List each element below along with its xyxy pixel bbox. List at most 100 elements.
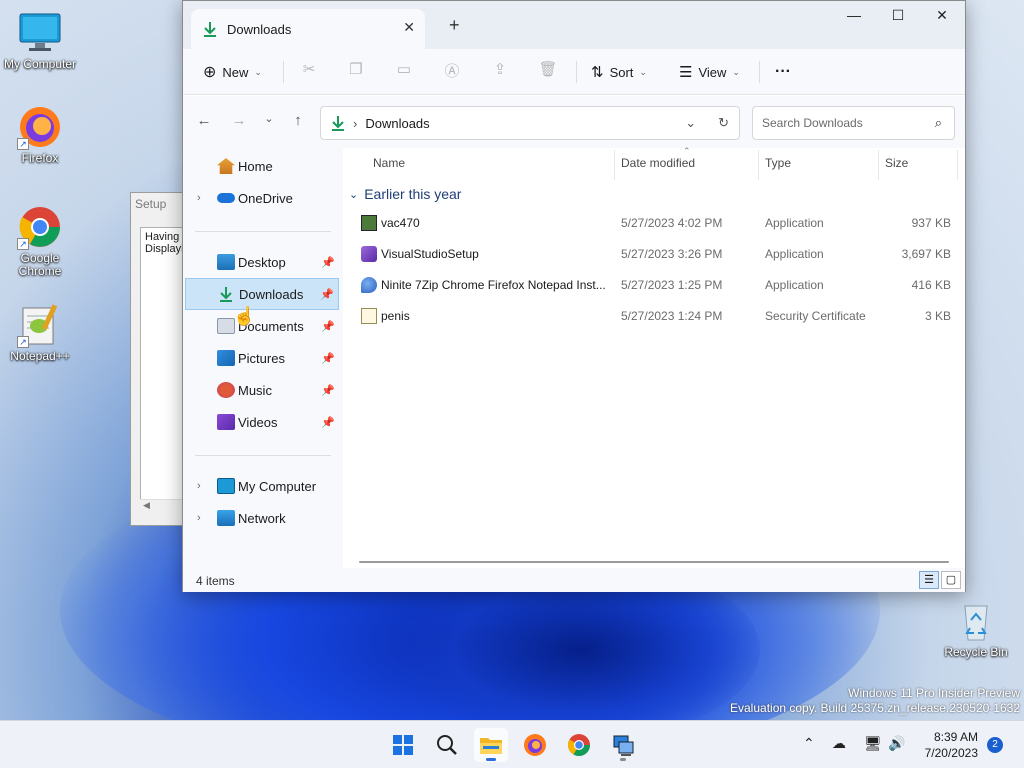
item-count: 4 items <box>196 574 235 588</box>
address-bar[interactable]: › Downloads ⌄ ↻ <box>320 106 740 140</box>
taskbar-firefox[interactable] <box>518 728 552 762</box>
up-arrow-icon[interactable]: ↑ <box>288 112 308 132</box>
onedrive-offline-icon[interactable]: ☁ <box>832 735 846 752</box>
sidebar-item-onedrive[interactable]: › OneDrive <box>185 182 339 214</box>
watermark-line: Evaluation copy. Build 25375.zn_release.… <box>730 701 1020 715</box>
network-display-icon[interactable]: 🖥 <box>864 735 882 752</box>
desktop-icon-notepadpp[interactable]: ↗ Notepad++ <box>0 302 80 363</box>
sidebar-item-videos[interactable]: Videos 📌 <box>185 406 339 438</box>
notification-badge[interactable]: 2 <box>987 737 1003 753</box>
column-header-date[interactable]: Date modified <box>621 156 695 170</box>
watermark-line: Windows 11 Pro Insider Preview <box>848 686 1020 700</box>
tab-downloads[interactable]: Downloads ✕ <box>191 9 425 49</box>
address-row: ← → ⌄ ↑ › Downloads ⌄ ↻ Search Downloads… <box>183 96 965 148</box>
desktop-icon-firefox[interactable]: ↗ Firefox <box>0 104 80 165</box>
desktop-icon-label: My Computer <box>3 57 77 71</box>
chrome-icon: ↗ <box>17 204 63 250</box>
sidebar-item-music[interactable]: Music 📌 <box>185 374 339 406</box>
horizontal-scrollbar[interactable] <box>359 561 949 563</box>
column-divider <box>957 150 958 180</box>
notepadpp-icon: ↗ <box>17 302 63 348</box>
close-tab-icon[interactable]: ✕ <box>403 19 415 36</box>
chrome-icon <box>568 734 590 756</box>
file-date: 5/27/2023 3:26 PM <box>621 247 723 261</box>
sidebar-item-desktop[interactable]: Desktop 📌 <box>185 246 339 278</box>
chevron-right-icon[interactable]: › <box>197 480 201 492</box>
table-row[interactable]: vac470 5/27/2023 4:02 PM Application 937… <box>357 208 957 238</box>
new-tab-button[interactable]: + <box>449 15 460 36</box>
address-history-chevron-icon[interactable]: ⌄ <box>685 115 696 131</box>
close-window-button[interactable]: ✕ <box>919 7 965 27</box>
sidebar-item-label: Pictures <box>238 350 285 366</box>
breadcrumb-downloads[interactable]: Downloads <box>365 116 429 131</box>
refresh-icon[interactable]: ↻ <box>718 115 729 131</box>
desktop-icon-my-computer[interactable]: My Computer <box>0 10 80 71</box>
videos-icon <box>217 414 235 430</box>
plus-circle-icon: ⊕ <box>203 64 217 81</box>
tab-title: Downloads <box>227 21 292 37</box>
taskbar-chrome[interactable] <box>562 728 596 762</box>
maximize-button[interactable]: ☐ <box>875 7 921 27</box>
more-options-button[interactable]: ··· <box>775 59 791 85</box>
download-icon <box>204 22 216 37</box>
table-row[interactable]: VisualStudioSetup 5/27/2023 3:26 PM Appl… <box>357 239 957 269</box>
sidebar-item-documents[interactable]: Documents 📌 <box>185 310 339 342</box>
taskbar-file-explorer[interactable] <box>474 728 508 762</box>
sort-button[interactable]: ⇅ Sort ⌄ <box>591 59 647 85</box>
search-input[interactable]: Search Downloads ⌕ <box>752 106 955 140</box>
chevron-right-icon[interactable]: › <box>197 512 201 524</box>
tiles-view-button[interactable]: ▢ <box>941 571 961 589</box>
sidebar-item-label: Desktop <box>238 254 286 270</box>
back-arrow-icon[interactable]: ← <box>194 112 214 132</box>
cut-icon[interactable]: ✂ <box>299 60 319 80</box>
file-date: 5/27/2023 4:02 PM <box>621 216 723 230</box>
active-indicator <box>486 758 496 761</box>
desktop-icon-recycle-bin[interactable]: Recycle Bin <box>936 598 1016 659</box>
sidebar-item-pictures[interactable]: Pictures 📌 <box>185 342 339 374</box>
pin-icon: 📌 <box>321 320 335 333</box>
folder-icon <box>480 738 502 754</box>
sidebar-divider <box>195 231 331 232</box>
search-button[interactable] <box>430 728 464 762</box>
status-bar: 4 items ☰ ▢ <box>183 568 965 592</box>
sidebar-item-network[interactable]: › Network <box>185 502 339 534</box>
pin-icon: 📌 <box>321 384 335 397</box>
group-header[interactable]: ⌄ Earlier this year <box>349 186 461 202</box>
sidebar-item-home[interactable]: Home <box>185 150 339 182</box>
sidebar-item-downloads[interactable]: Downloads 📌 <box>185 278 339 310</box>
volume-icon[interactable]: 🔊 <box>888 735 905 752</box>
chevron-right-icon[interactable]: › <box>197 192 201 204</box>
show-hidden-icons-chevron-icon[interactable]: ⌃ <box>803 735 815 752</box>
search-icon: ⌕ <box>934 115 942 130</box>
column-header-name[interactable]: Name <box>373 156 405 170</box>
view-button[interactable]: ☰ View ⌄ <box>679 59 740 85</box>
column-header-type[interactable]: Type <box>765 156 791 170</box>
details-view-button[interactable]: ☰ <box>919 571 939 589</box>
desktop-icon-chrome[interactable]: ↗ Google Chrome <box>0 204 80 278</box>
rename-icon[interactable]: Ⓐ <box>442 60 462 80</box>
table-row[interactable]: Ninite 7Zip Chrome Firefox Notepad Inst.… <box>357 270 957 300</box>
sort-button-label: Sort <box>609 64 634 80</box>
minimize-button[interactable]: — <box>831 7 877 27</box>
file-name: VisualStudioSetup <box>381 247 479 261</box>
monitor-icon <box>17 10 63 56</box>
system-clock[interactable]: 8:39 AM 7/20/2023 <box>918 729 978 761</box>
forward-arrow-icon[interactable]: → <box>229 112 249 132</box>
delete-icon[interactable]: 🗑 <box>538 60 558 80</box>
column-header-size[interactable]: Size <box>885 156 908 170</box>
hand-cursor-icon: ☝ <box>233 306 256 326</box>
sidebar-item-my-computer[interactable]: › My Computer <box>185 470 339 502</box>
taskbar-setup[interactable] <box>606 728 640 762</box>
new-button[interactable]: ⊕ New ⌄ <box>203 59 262 85</box>
table-row[interactable]: penis 5/27/2023 1:24 PM Security Certifi… <box>357 301 957 331</box>
start-button[interactable] <box>386 728 420 762</box>
file-date: 5/27/2023 1:24 PM <box>621 309 723 323</box>
share-icon[interactable]: ⇪ <box>490 60 510 80</box>
paste-icon[interactable]: ▭ <box>394 60 414 80</box>
recent-locations-chevron-icon[interactable]: ⌄ <box>259 112 279 132</box>
file-name: vac470 <box>381 216 420 230</box>
clock-time: 8:39 AM <box>933 730 978 744</box>
title-bar: Downloads ✕ + — ☐ ✕ <box>183 1 965 49</box>
copy-icon[interactable]: ❐ <box>346 60 366 80</box>
pictures-icon <box>217 350 235 366</box>
